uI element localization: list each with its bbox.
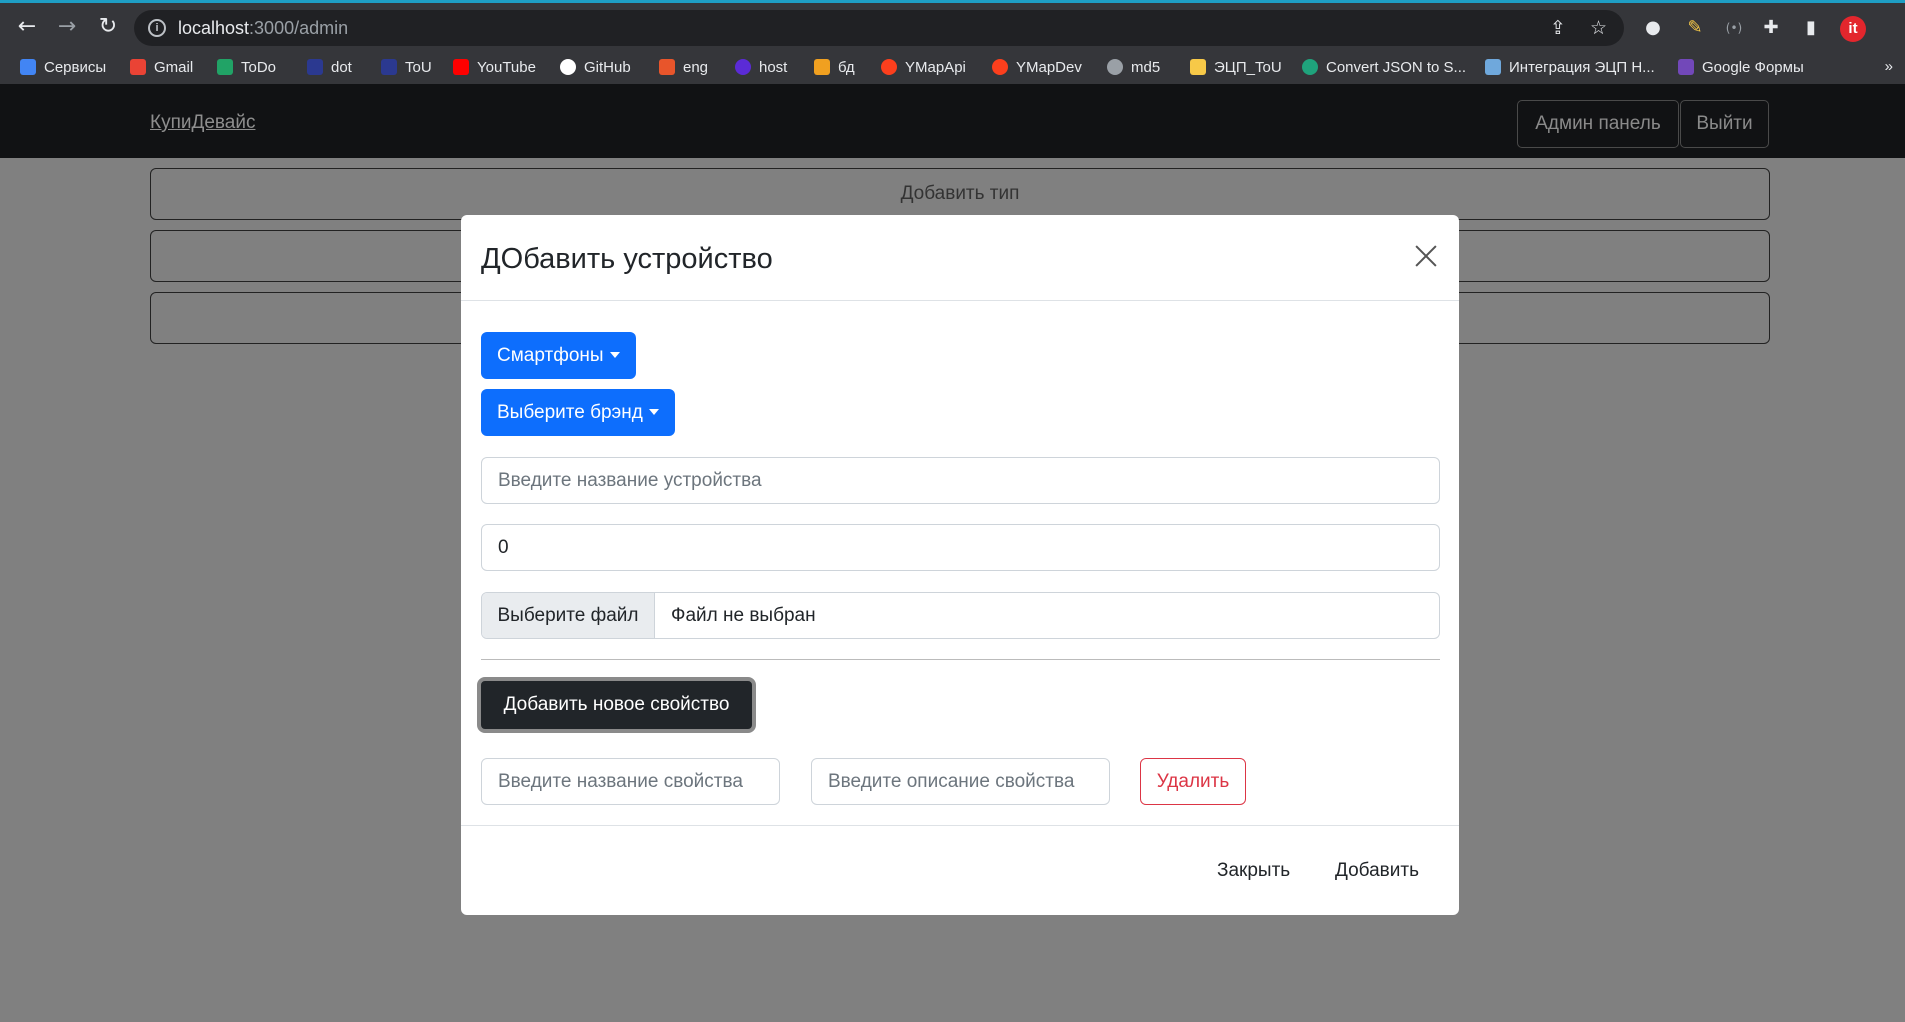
- choose-file-button[interactable]: Выберите файл: [482, 593, 655, 638]
- github-icon: [560, 59, 576, 75]
- youtube-icon: [453, 59, 469, 75]
- logout-button[interactable]: Выйти: [1680, 100, 1769, 148]
- bookmark-star-icon[interactable]: ☆: [1590, 17, 1607, 39]
- extensions-puzzle-icon[interactable]: ✚: [1759, 16, 1783, 40]
- bookmark-ymapapi[interactable]: YMapApi: [881, 56, 966, 78]
- bookmark-todo[interactable]: ToDo: [217, 56, 276, 78]
- type-dropdown-label: Смартфоны: [497, 345, 604, 366]
- bookmark-tou[interactable]: ToU: [381, 56, 432, 78]
- divider: [481, 659, 1440, 660]
- bookmark-google-forms[interactable]: Google Формы: [1678, 56, 1804, 78]
- yandex-icon: [992, 59, 1008, 75]
- eng-icon: [659, 59, 675, 75]
- tab-accent: [0, 0, 1905, 3]
- device-price-input[interactable]: 0: [481, 524, 1440, 571]
- apps-grid-icon: [20, 59, 36, 75]
- bookmark-convert-json[interactable]: Convert JSON to S...: [1302, 56, 1466, 78]
- globe-icon: [1107, 59, 1123, 75]
- reload-icon[interactable]: ↻: [95, 14, 121, 40]
- modal-header: ДОбавить устройство: [461, 215, 1459, 301]
- brand-dropdown-label: Выберите брэнд: [497, 402, 643, 423]
- extension-color-icon[interactable]: ✎: [1683, 16, 1707, 40]
- todo-icon: [217, 59, 233, 75]
- tou-icon: [381, 59, 397, 75]
- bookmark-eng[interactable]: eng: [659, 56, 708, 78]
- close-button[interactable]: Закрыть: [1217, 860, 1290, 882]
- device-name-input[interactable]: Введите название устройства: [481, 457, 1440, 504]
- convert-icon: [1302, 59, 1318, 75]
- integration-icon: [1485, 59, 1501, 75]
- host-icon: [735, 59, 751, 75]
- bookmark-ymapdev[interactable]: YMapDev: [992, 56, 1082, 78]
- bookmark-dot[interactable]: dot: [307, 56, 352, 78]
- dot-icon: [307, 59, 323, 75]
- bookmark-gmail[interactable]: Gmail: [130, 56, 193, 78]
- caret-down-icon: [648, 409, 659, 415]
- bookmark-md5[interactable]: md5: [1107, 56, 1160, 78]
- extension-broadcast-icon[interactable]: (•): [1722, 16, 1746, 40]
- bookmark-services[interactable]: Сервисы: [20, 56, 106, 78]
- bookmark-youtube[interactable]: YouTube: [453, 56, 536, 78]
- modal-title: ДОбавить устройство: [481, 243, 773, 275]
- google-forms-icon: [1678, 59, 1694, 75]
- yandex-icon: [881, 59, 897, 75]
- modal-footer: Закрыть Добавить: [461, 825, 1459, 915]
- bookmarks-bar: Сервисы Gmail ToDo dot ToU YouTube GitHu…: [0, 50, 1905, 84]
- forward-icon[interactable]: →: [54, 14, 80, 40]
- admin-panel-button[interactable]: Админ панель: [1517, 100, 1679, 148]
- more-bookmarks-icon[interactable]: »: [1885, 58, 1893, 75]
- caret-down-icon: [609, 352, 620, 358]
- submit-button[interactable]: Добавить: [1335, 860, 1419, 882]
- gmail-icon: [130, 59, 146, 75]
- property-description-input[interactable]: Введите описание свойства: [811, 758, 1110, 805]
- bookmark-ecp-integration[interactable]: Интеграция ЭЦП Н...: [1485, 56, 1655, 78]
- address-bar[interactable]: i localhost:3000/admin ⇪ ☆: [134, 10, 1624, 46]
- extension-globe-icon[interactable]: ●: [1641, 16, 1665, 40]
- app-navbar: КупиДевайс Админ панель Выйти: [0, 84, 1905, 158]
- add-type-button[interactable]: Добавить тип: [150, 168, 1770, 220]
- property-name-input[interactable]: Введите название свойства: [481, 758, 780, 805]
- database-icon: [814, 59, 830, 75]
- bookmark-ecp-tou[interactable]: ЭЦП_ToU: [1190, 56, 1282, 78]
- close-icon[interactable]: [1411, 241, 1441, 271]
- site-info-icon[interactable]: i: [148, 19, 166, 37]
- brand-link[interactable]: КупиДевайс: [150, 112, 255, 134]
- share-icon[interactable]: ⇪: [1550, 17, 1566, 39]
- file-status: Файл не выбран: [671, 605, 816, 626]
- add-device-modal: ДОбавить устройство Смартфоны Выберите б…: [461, 215, 1459, 915]
- side-panel-icon[interactable]: ▮: [1799, 16, 1823, 40]
- back-icon[interactable]: ←: [14, 14, 40, 40]
- file-input[interactable]: Выберите файл Файл не выбран: [481, 592, 1440, 639]
- profile-avatar[interactable]: it: [1840, 16, 1866, 42]
- add-property-button[interactable]: Добавить новое свойство: [477, 677, 756, 733]
- type-dropdown[interactable]: Смартфоны: [481, 332, 636, 379]
- delete-property-button[interactable]: Удалить: [1140, 758, 1246, 805]
- browser-toolbar: ← → ↻ i localhost:3000/admin ⇪ ☆ ● ✎ (•)…: [0, 4, 1905, 50]
- bookmark-bd[interactable]: бд: [814, 56, 855, 78]
- rocket-icon: [1190, 59, 1206, 75]
- url-text[interactable]: localhost:3000/admin: [178, 18, 348, 39]
- bookmark-host[interactable]: host: [735, 56, 787, 78]
- brand-dropdown[interactable]: Выберите брэнд: [481, 389, 675, 436]
- bookmark-github[interactable]: GitHub: [560, 56, 631, 78]
